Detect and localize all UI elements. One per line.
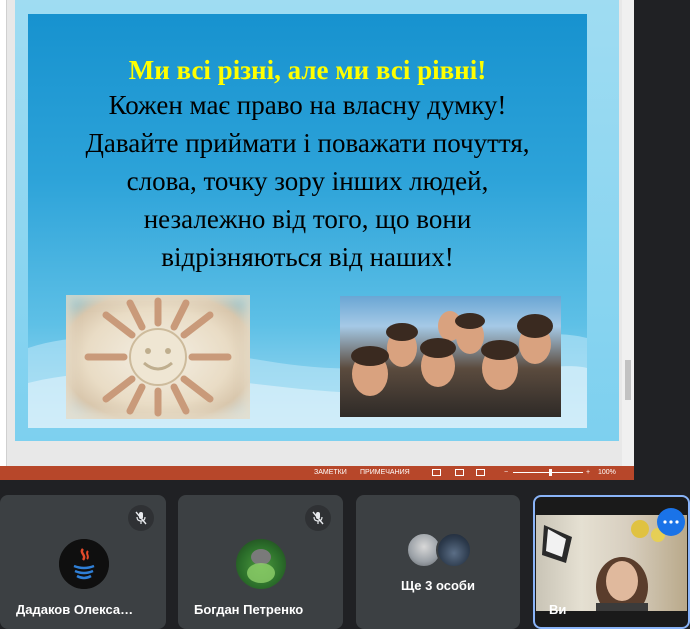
zoom-level[interactable]: 100% [598,466,616,480]
slide-sorter-view-icon[interactable] [455,469,464,476]
group-of-friends-photo [340,296,561,417]
participant-tile[interactable]: Дадаков Олекса… [0,495,166,629]
photo-avatar [236,539,286,589]
reading-view-icon[interactable] [476,469,485,476]
participant-tile[interactable]: Богдан Петренко [178,495,343,629]
more-horizontal-icon [663,520,679,524]
mic-off-icon [128,505,154,531]
java-logo-icon [59,539,109,589]
slide-content-panel: Ми всі різні, але ми всі рівні! Кожен ма… [28,14,587,428]
zoom-slider-thumb[interactable] [549,469,552,476]
participant-name: Дадаков Олекса… [16,602,134,617]
comments-button[interactable]: ПРИМЕЧАНИЯ [360,466,410,480]
more-participants-tile[interactable]: Ще 3 особи [356,495,520,629]
slide-body: Кожен має право на власну думку! Давайте… [85,90,530,272]
normal-view-icon[interactable] [432,469,441,476]
vertical-scrollbar[interactable] [622,0,634,466]
notes-button[interactable]: ЗАМЕТКИ [314,466,347,480]
more-participants-label: Ще 3 особи [401,578,475,593]
zoom-out-button[interactable]: − [504,466,508,480]
slide-text: Ми всі різні, але ми всі рівні! Кожен ма… [28,54,587,276]
side-strip [634,0,690,480]
presentation-status-bar: ЗАМЕТКИ ПРИМЕЧАНИЯ − + 100% [0,466,634,480]
hands-sun-photo [66,295,250,419]
zoom-in-button[interactable]: + [586,466,590,480]
zoom-slider[interactable] [513,472,583,473]
slide-headline: Ми всі різні, але ми всі рівні! [128,55,487,85]
more-options-button[interactable] [657,508,685,536]
shared-screen: Ми всі різні, але ми всі рівні! Кожен ма… [0,0,634,480]
slide: Ми всі різні, але ми всі рівні! Кожен ма… [15,0,619,441]
participant-name: Ви [549,602,567,617]
self-view-tile[interactable]: Ви [533,495,690,629]
slide-thumbnails-edge [0,0,7,466]
participant-name: Богдан Петренко [194,602,304,617]
mic-off-icon [305,505,331,531]
avatar [436,532,472,568]
presentation-canvas: Ми всі різні, але ми всі рівні! Кожен ма… [0,0,634,466]
